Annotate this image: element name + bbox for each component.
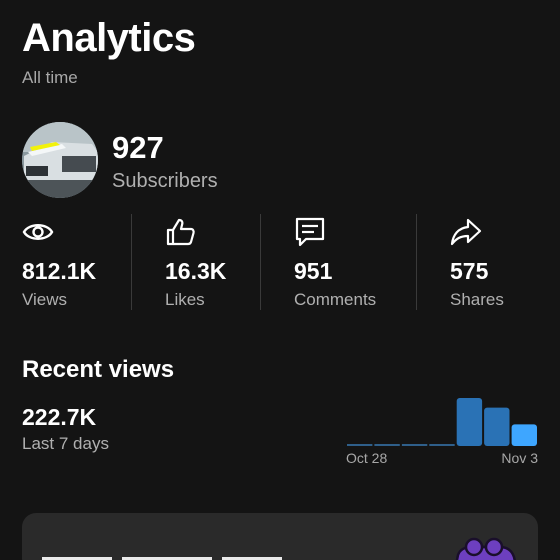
thumbs-up-icon — [165, 216, 197, 248]
subscriber-label: Subscribers — [112, 170, 218, 192]
channel-avatar[interactable] — [22, 122, 98, 198]
analytics-page: Analytics All time 927 Subscribers 812.1… — [0, 0, 560, 560]
stat-value: 951 — [294, 258, 333, 284]
subscriber-count: 927 — [112, 130, 164, 165]
recent-views-period: Last 7 days — [22, 434, 109, 453]
recent-views-value: 222.7K — [22, 404, 97, 430]
stat-shares[interactable]: 575 Shares — [450, 214, 540, 310]
stat-comments[interactable]: 951 Comments — [294, 214, 404, 310]
page-title: Analytics — [22, 16, 196, 60]
chart-tick-label: Nov 3 — [501, 450, 538, 466]
comment-icon — [294, 216, 326, 248]
share-arrow-icon — [450, 216, 482, 248]
stat-value: 16.3K — [165, 258, 227, 284]
chart-bar — [347, 444, 373, 446]
stat-likes[interactable]: 16.3K Likes — [165, 214, 255, 310]
stat-value: 812.1K — [22, 258, 97, 284]
stat-divider — [131, 214, 132, 310]
stat-label: Likes — [165, 290, 205, 309]
recent-views-chart[interactable]: Oct 28 Nov 3 — [340, 392, 544, 472]
eye-icon — [22, 216, 54, 248]
promo-text-cropped — [42, 557, 282, 560]
chart-bar — [401, 444, 428, 446]
stat-views[interactable]: 812.1K Views — [22, 214, 122, 310]
chart-bar — [374, 444, 400, 446]
stat-divider — [260, 214, 261, 310]
stat-label: Shares — [450, 290, 504, 309]
promo-illustration-icon — [452, 535, 520, 560]
recent-views-title: Recent views — [22, 356, 175, 383]
stat-value: 575 — [450, 258, 489, 284]
promo-card[interactable] — [22, 513, 538, 560]
stat-label: Views — [22, 290, 68, 309]
page-subtitle[interactable]: All time — [22, 68, 78, 88]
chart-bar — [484, 407, 510, 446]
bar-chart: Oct 28 Nov 3 — [346, 398, 538, 466]
chart-bar — [511, 424, 537, 446]
chart-bar — [456, 398, 483, 446]
chart-bar — [429, 444, 455, 446]
promo-text — [42, 549, 442, 560]
car-thumbnail-image — [22, 122, 98, 198]
stat-label: Comments — [294, 290, 377, 309]
chart-tick-label: Oct 28 — [346, 450, 387, 466]
stat-divider — [416, 214, 417, 310]
